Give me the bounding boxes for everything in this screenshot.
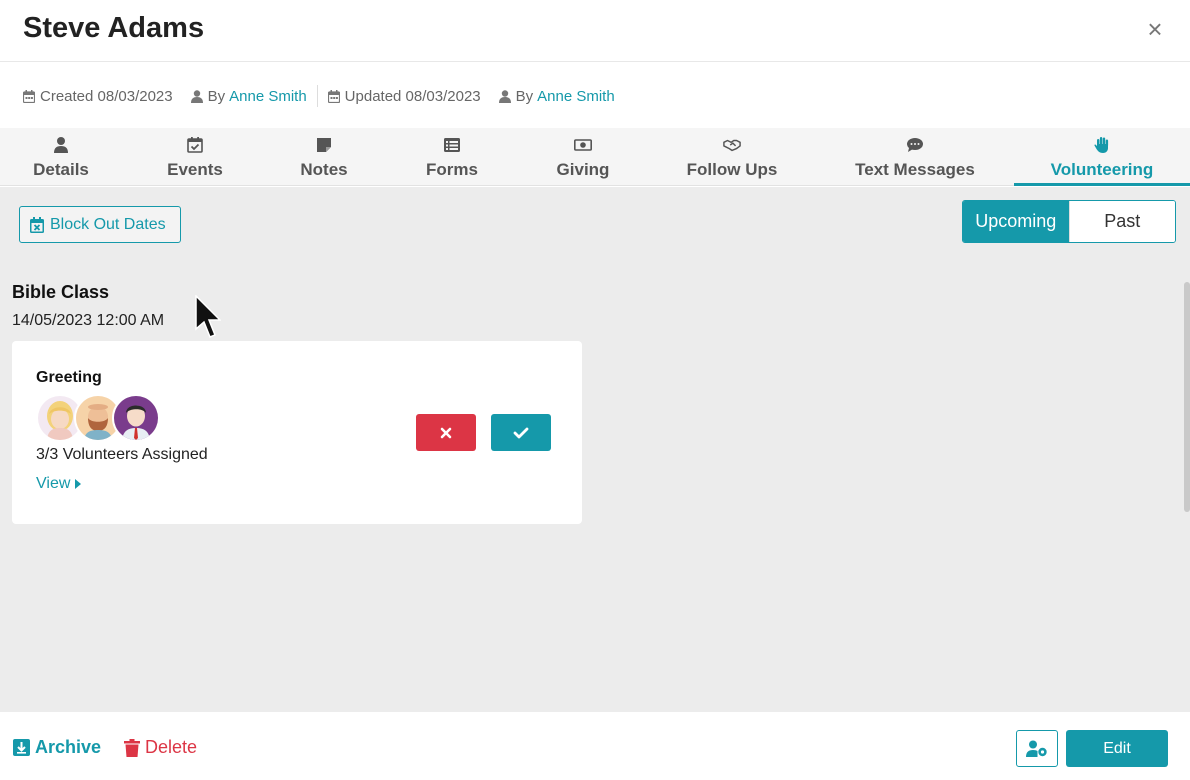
- edit-button[interactable]: Edit: [1066, 730, 1168, 767]
- tab-follow-ups[interactable]: Follow Ups: [672, 128, 792, 186]
- hand-icon: [1094, 137, 1109, 153]
- updated-info: Updated 08/03/2023: [327, 87, 481, 105]
- updated-by-link[interactable]: Anne Smith: [537, 88, 615, 105]
- event-title: Bible Class: [12, 282, 110, 302]
- created-date: Created 08/03/2023: [40, 87, 173, 105]
- caret-right-icon: [75, 479, 82, 489]
- tab-notes[interactable]: Notes: [264, 128, 384, 186]
- archive-button[interactable]: Archive: [13, 737, 101, 758]
- archive-download-icon: [13, 739, 30, 756]
- archive-label: Archive: [35, 737, 102, 757]
- modal-footer: Archive Delete Edit: [0, 712, 1190, 780]
- updated-date: Updated 08/03/2023: [344, 87, 481, 105]
- accept-button[interactable]: [491, 414, 551, 451]
- created-by-prefix: By: [207, 87, 226, 105]
- close-icon[interactable]: ×: [1144, 16, 1166, 42]
- created-info: Created 08/03/2023: [23, 88, 173, 105]
- tab-text-messages[interactable]: Text Messages: [840, 128, 990, 186]
- comment-icon: [907, 138, 923, 152]
- role-name: Greeting: [36, 369, 102, 386]
- user-icon: [54, 137, 68, 153]
- handshake-icon: [723, 139, 741, 152]
- tab-forms[interactable]: Forms: [392, 128, 512, 186]
- view-link[interactable]: View: [36, 475, 82, 493]
- delete-button[interactable]: Delete: [124, 737, 197, 758]
- volunteer-avatars: [36, 394, 166, 442]
- tab-label: Follow Ups: [686, 160, 778, 179]
- list-icon: [444, 138, 460, 152]
- tab-label: Giving: [556, 160, 610, 179]
- past-button[interactable]: Past: [1068, 201, 1175, 242]
- calendar-check-icon: [187, 137, 203, 153]
- tab-events[interactable]: Events: [134, 128, 256, 186]
- block-out-dates-label: Block Out Dates: [50, 215, 166, 233]
- user-settings-button[interactable]: [1016, 730, 1058, 767]
- user-icon: [498, 89, 511, 103]
- man-dark-hair-avatar-icon: [114, 396, 158, 440]
- avatar: [112, 394, 160, 442]
- meta-divider: [316, 85, 318, 107]
- tab-label: Events: [167, 160, 223, 179]
- modal-header: Steve Adams ×: [0, 0, 1190, 62]
- mouse-pointer-icon: [195, 295, 221, 338]
- volunteers-assigned-count: 3/3 Volunteers Assigned: [36, 446, 208, 463]
- tab-label: Text Messages: [855, 160, 975, 179]
- tab-bar: Details Events Notes Forms Giving Follow…: [0, 128, 1190, 186]
- created-by-link[interactable]: Anne Smith: [229, 88, 307, 105]
- upcoming-past-toggle: Upcoming Past: [962, 200, 1176, 243]
- calendar-times-icon: [30, 216, 44, 233]
- tab-label: Notes: [300, 160, 348, 179]
- upcoming-button[interactable]: Upcoming: [963, 201, 1069, 242]
- record-meta: Created 08/03/2023 By Anne Smith Updated…: [23, 85, 615, 107]
- tab-label: Forms: [426, 160, 478, 179]
- check-icon: [513, 427, 529, 438]
- money-bill-icon: [574, 139, 592, 151]
- tab-volunteering[interactable]: Volunteering: [1014, 128, 1190, 186]
- delete-label: Delete: [145, 737, 198, 757]
- calendar-icon: [23, 89, 35, 103]
- scrollbar[interactable]: [1184, 282, 1190, 512]
- created-by: By Anne Smith: [190, 87, 307, 105]
- page-title: Steve Adams: [23, 12, 205, 44]
- tab-giving[interactable]: Giving: [522, 128, 644, 186]
- updated-by-prefix: By: [515, 87, 534, 105]
- view-label: View: [36, 475, 71, 492]
- tab-label: Details: [33, 160, 89, 179]
- volunteer-role-card: Greeting 3/3 Volunteers Assigned View: [12, 341, 582, 524]
- times-icon: [440, 427, 452, 438]
- updated-by: By Anne Smith: [498, 87, 615, 105]
- volunteering-panel: Block Out Dates Upcoming Past Bible Clas…: [0, 187, 1190, 712]
- tab-label: Volunteering: [1050, 160, 1154, 179]
- calendar-icon: [327, 89, 340, 103]
- sticky-note-icon: [317, 138, 331, 152]
- user-cog-icon: [1026, 740, 1047, 757]
- decline-button[interactable]: [416, 414, 476, 451]
- user-icon: [190, 89, 203, 103]
- block-out-dates-button[interactable]: Block Out Dates: [19, 206, 181, 243]
- tab-details[interactable]: Details: [0, 128, 122, 186]
- event-date: 14/05/2023 12:00 AM: [12, 312, 165, 329]
- trash-icon: [124, 738, 140, 757]
